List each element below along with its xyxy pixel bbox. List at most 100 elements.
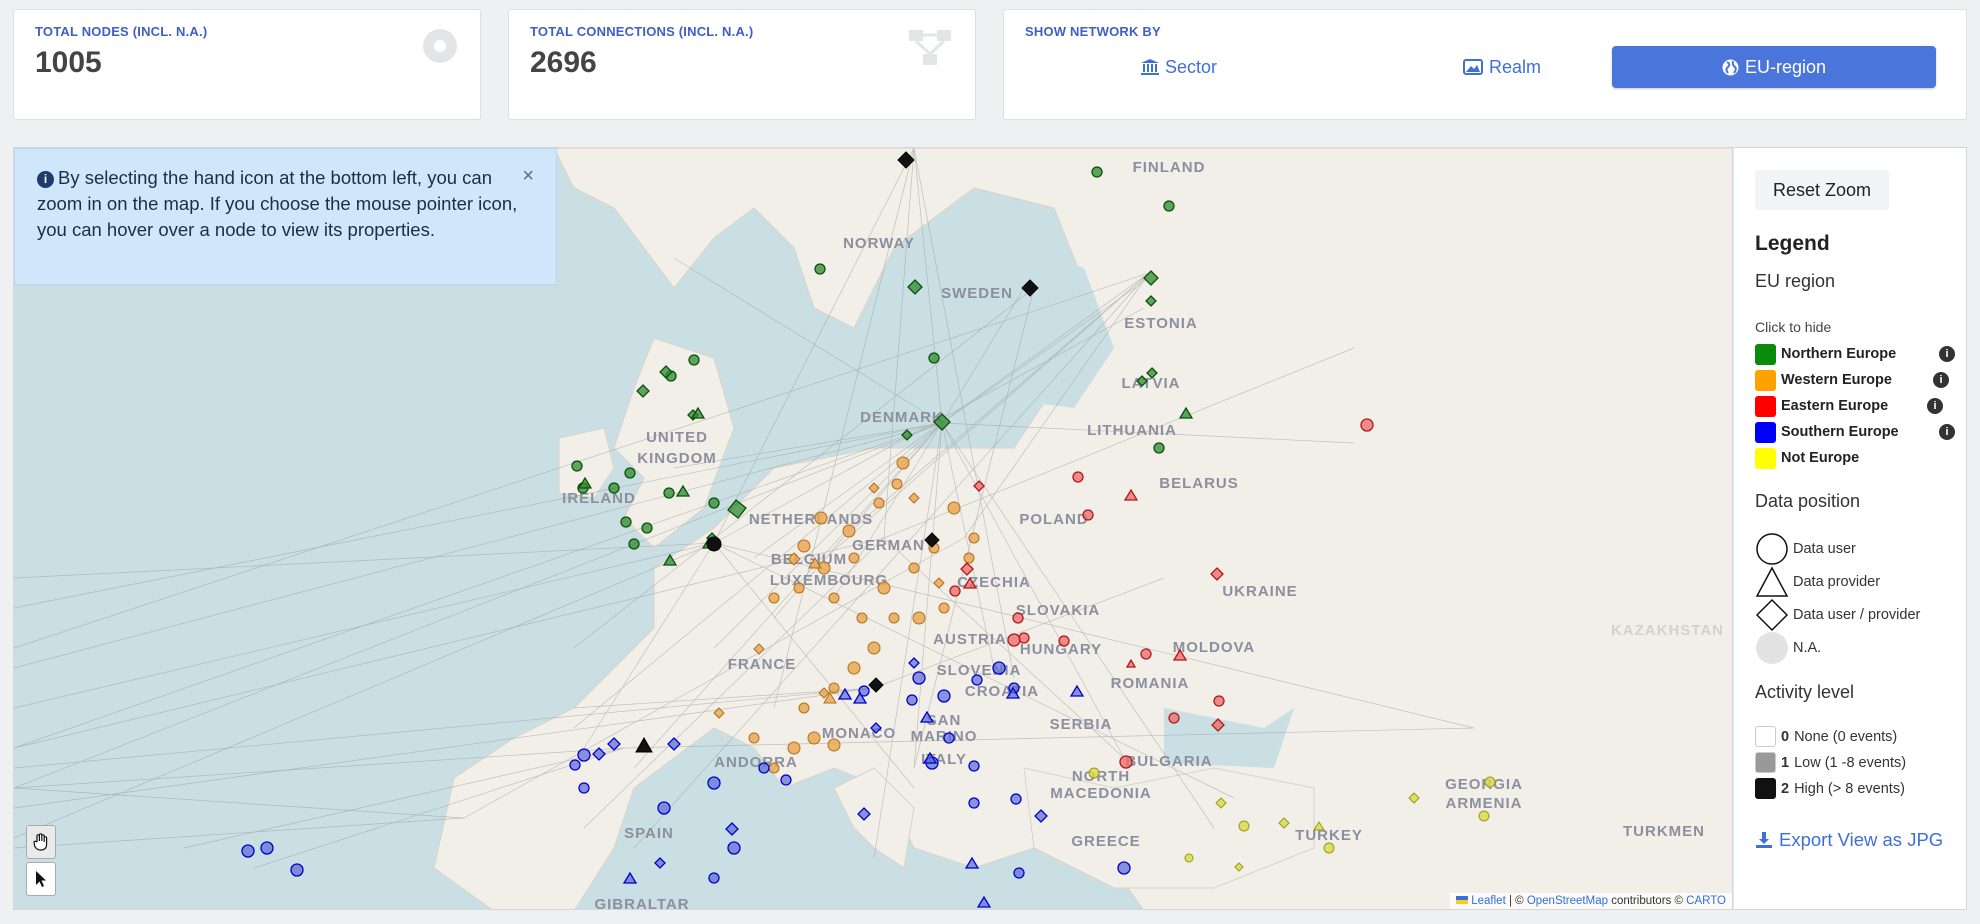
activity-none-label: None (0 events) <box>1794 728 1898 745</box>
position-data-provider: Data provider <box>1755 565 1880 599</box>
map-attribution: Leaflet | © OpenStreetMap contributors ©… <box>1450 893 1732 909</box>
total-nodes-card: TOTAL NODES (INCL. N.A.) 1005 <box>13 9 481 120</box>
country-label: MACEDONIA <box>1050 785 1152 802</box>
total-connections-card: TOTAL CONNECTIONS (INCL. N.A.) 2696 <box>508 9 976 120</box>
hand-icon <box>33 833 48 851</box>
position-data-user: Data user <box>1755 532 1856 566</box>
na-circle-icon <box>1756 632 1788 664</box>
carto-link[interactable]: CARTO <box>1686 895 1726 907</box>
osm-link[interactable]: OpenStreetMap <box>1527 895 1608 907</box>
hand-tool-button[interactable] <box>26 825 56 859</box>
total-nodes-label: TOTAL NODES (INCL. N.A.) <box>35 24 208 39</box>
info-icon[interactable]: i <box>1939 346 1955 362</box>
info-icon[interactable]: i <box>1927 398 1943 414</box>
country-label: SLOVAKIA <box>1016 602 1100 619</box>
realm-label: Realm <box>1488 56 1541 77</box>
info-icon: i <box>37 171 54 188</box>
pointer-icon <box>36 871 46 887</box>
legend-eastern-europe[interactable]: Eastern Europe i <box>1755 395 1943 417</box>
country-label: KINGDOM <box>637 450 717 467</box>
country-label: DENMARK <box>860 409 944 426</box>
diamond-icon <box>1755 598 1789 632</box>
country-label: SPAIN <box>624 825 674 842</box>
country-label: IRELAND <box>562 490 636 507</box>
northern-swatch <box>1755 343 1776 365</box>
export-jpg-button[interactable]: Export View as JPG <box>1755 829 1943 851</box>
data-position-title: Data position <box>1755 491 1861 511</box>
activity-none-swatch <box>1755 726 1776 747</box>
circle-icon <box>1756 533 1788 565</box>
network-by-card: SHOW NETWORK BY Sector Realm EU-region <box>1003 9 1967 120</box>
total-nodes-value: 1005 <box>35 46 102 79</box>
country-label: FRANCE <box>728 656 797 673</box>
country-label: LUXEMBOURG <box>770 572 888 589</box>
node-circle-icon <box>422 28 458 69</box>
close-icon[interactable]: × <box>522 163 534 189</box>
country-label: BULGARIA <box>1125 753 1212 770</box>
country-label: GERMANY <box>852 537 936 554</box>
eastern-label: Eastern Europe <box>1781 398 1889 414</box>
sector-button[interactable]: Sector <box>1022 46 1336 88</box>
not-europe-label: Not Europe <box>1781 450 1860 466</box>
info-icon[interactable]: i <box>1939 424 1955 440</box>
network-map[interactable]: FINLAND NORWAY SWEDEN ESTONIA LATVIA LIT… <box>13 147 1733 910</box>
data-provider-label: Data provider <box>1793 574 1881 590</box>
country-label: LITHUANIA <box>1087 422 1177 439</box>
country-label: NORWAY <box>843 235 915 252</box>
not-europe-swatch <box>1755 447 1776 469</box>
country-label: TURKEY <box>1295 827 1363 844</box>
country-label: GEORGIA <box>1445 776 1523 793</box>
activity-high-swatch <box>1755 778 1776 799</box>
info-banner: i By selecting the hand icon at the botto… <box>14 148 557 285</box>
total-connections-label: TOTAL CONNECTIONS (INCL. N.A.) <box>530 24 754 39</box>
position-na: N.A. <box>1755 631 1821 665</box>
country-label: POLAND <box>1019 511 1088 528</box>
info-icon[interactable]: i <box>1933 372 1949 388</box>
ukraine-flag-icon <box>1456 896 1469 904</box>
total-connections-value: 2696 <box>530 46 597 79</box>
attribution-sep: | © <box>1505 895 1527 907</box>
activity-high-level: 2 <box>1781 780 1790 797</box>
country-label: ANDORRA <box>714 754 798 771</box>
legend-western-europe[interactable]: Western Europe i <box>1755 369 1949 391</box>
sector-label: Sector <box>1164 56 1218 77</box>
activity-high-label: High (> 8 events) <box>1794 780 1905 797</box>
legend-title: Legend <box>1755 232 1830 255</box>
activity-none: 0 None (0 events) <box>1755 726 1897 747</box>
download-icon <box>1756 832 1772 848</box>
reset-zoom-button[interactable]: Reset Zoom <box>1755 170 1889 210</box>
country-label: KAZAKHSTAN <box>1611 622 1724 639</box>
legend-southern-europe[interactable]: Southern Europe i <box>1755 421 1955 443</box>
legend-not-europe[interactable]: Not Europe <box>1755 447 1955 469</box>
activity-low-label: Low (1 -8 events) <box>1794 754 1907 771</box>
activity-low-swatch <box>1755 752 1776 773</box>
bank-icon <box>1140 59 1159 75</box>
country-label: SERBIA <box>1050 716 1113 733</box>
legend-panel: Reset Zoom Legend EU region Click to hid… <box>1733 147 1967 910</box>
country-label: SWEDEN <box>941 285 1013 302</box>
export-label: Export View as JPG <box>1779 829 1944 850</box>
network-by-label: SHOW NETWORK BY <box>1025 24 1161 39</box>
activity-none-level: 0 <box>1781 728 1790 745</box>
country-label: FINLAND <box>1133 159 1206 176</box>
country-label: NORTH <box>1072 768 1130 785</box>
country-label: TURKMEN <box>1623 823 1705 840</box>
country-label: NETHERLANDS <box>749 511 873 528</box>
eu-region-title: EU region <box>1755 271 1836 291</box>
western-swatch <box>1755 369 1776 391</box>
southern-label: Southern Europe <box>1781 424 1899 440</box>
leaflet-link[interactable]: Leaflet <box>1471 895 1506 907</box>
eu-region-button[interactable]: EU-region <box>1612 46 1936 88</box>
country-label: BELARUS <box>1159 475 1239 492</box>
country-label: BELGIUM <box>771 551 847 568</box>
position-data-user-provider: Data user / provider <box>1755 598 1920 632</box>
legend-northern-europe[interactable]: Northern Europe i <box>1755 343 1955 365</box>
pointer-tool-button[interactable] <box>26 862 56 896</box>
eu-region-label: EU-region <box>1744 56 1827 77</box>
image-icon <box>1462 59 1483 75</box>
country-label: UNITED <box>646 429 708 446</box>
country-label: MOLDOVA <box>1173 639 1256 656</box>
country-label: GREECE <box>1071 833 1140 850</box>
country-label: UKRAINE <box>1222 583 1297 600</box>
data-user-label: Data user <box>1793 541 1856 557</box>
